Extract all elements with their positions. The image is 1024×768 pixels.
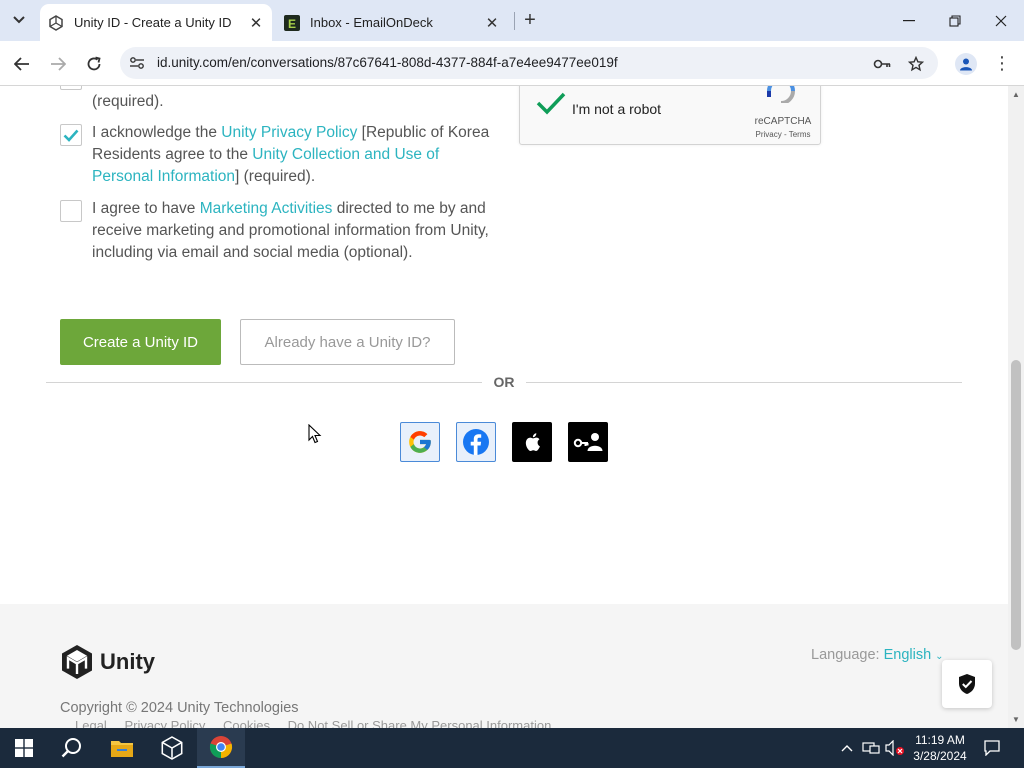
network-icon[interactable]: [860, 728, 882, 768]
privacy-text-part: ] (required).: [235, 168, 316, 185]
terms-required-text: (required).: [92, 93, 164, 110]
footer-link-privacy-policy[interactable]: Privacy Policy: [124, 718, 205, 728]
back-arrow-icon[interactable]: [9, 51, 35, 77]
tab-emailondeck[interactable]: E Inbox - EmailOnDeck ✕: [276, 4, 508, 41]
clock-date: 3/28/2024: [913, 749, 967, 763]
url-text: id.unity.com/en/conversations/87c67641-8…: [157, 55, 618, 70]
new-tab-icon[interactable]: +: [518, 9, 542, 33]
address-bar[interactable]: id.unity.com/en/conversations/87c67641-8…: [120, 47, 938, 79]
apple-icon: [525, 433, 540, 452]
privacy-consent-text: I acknowledge the Unity Privacy Policy […: [92, 122, 492, 188]
footer-link-legal[interactable]: Legal: [75, 718, 107, 728]
google-login-button[interactable]: [400, 422, 440, 462]
recaptcha-label: I'm not a robot: [572, 101, 662, 117]
restore-icon[interactable]: [932, 0, 978, 41]
tab-close-icon[interactable]: ✕: [246, 14, 266, 32]
copyright-text: Copyright © 2024 Unity Technologies: [60, 700, 299, 716]
notification-center-icon[interactable]: [978, 728, 1006, 768]
tab-title: Inbox - EmailOnDeck: [310, 15, 433, 30]
marketing-activities-link[interactable]: Marketing Activities: [200, 200, 333, 217]
svg-text:E: E: [288, 17, 296, 31]
tab-search-chevron-icon[interactable]: [6, 8, 32, 32]
windows-start-icon[interactable]: [0, 728, 48, 768]
browser-tab-bar: Unity ID - Create a Unity ID ✕ E Inbox -…: [0, 0, 1024, 41]
facebook-icon: [463, 429, 489, 455]
checkmark-icon: [63, 129, 79, 142]
apple-login-button[interactable]: [512, 422, 552, 462]
clock-time: 11:19 AM: [915, 733, 965, 747]
footer-links: Legal Privacy Policy Cookies Do Not Sell…: [75, 718, 565, 728]
language-selector[interactable]: Language: English ⌄: [811, 647, 944, 663]
recaptcha-logo-icon: [765, 86, 797, 105]
terms-checkbox[interactable]: [60, 86, 82, 90]
bookmark-star-icon[interactable]: [906, 54, 926, 74]
reload-icon[interactable]: [81, 51, 107, 77]
search-icon[interactable]: [48, 728, 96, 768]
sso-login-button[interactable]: [568, 422, 608, 462]
facebook-login-button[interactable]: [456, 422, 496, 462]
recaptcha-checkbox[interactable]: [536, 91, 566, 120]
scroll-up-arrow-icon[interactable]: ▲: [1012, 90, 1020, 99]
marketing-consent-text: I agree to have Marketing Activities dir…: [92, 198, 492, 264]
unity-favicon-icon: [48, 14, 64, 31]
unity-logo[interactable]: Unity: [60, 644, 155, 680]
already-have-account-button[interactable]: Already have a Unity ID?: [240, 319, 455, 365]
volume-muted-icon[interactable]: [884, 728, 906, 768]
tab-separator: [514, 12, 515, 30]
language-value[interactable]: English: [884, 647, 932, 663]
recaptcha-brand: reCAPTCHA: [754, 116, 812, 127]
tab-title: Unity ID - Create a Unity ID: [74, 15, 232, 30]
minimize-icon[interactable]: [886, 0, 932, 41]
footer-link-cookies[interactable]: Cookies: [223, 718, 270, 728]
or-label: OR: [493, 374, 515, 390]
tray-overflow-chevron-icon[interactable]: [838, 728, 856, 768]
taskbar-clock[interactable]: 11:19 AM 3/28/2024: [905, 732, 975, 764]
site-info-icon[interactable]: [128, 54, 146, 72]
tab-close-icon[interactable]: ✕: [482, 14, 502, 32]
google-icon: [409, 431, 431, 453]
create-unity-id-button[interactable]: Create a Unity ID: [60, 319, 221, 365]
profile-avatar-icon[interactable]: [955, 53, 977, 75]
privacy-checkbox[interactable]: [60, 124, 82, 146]
page-footer: Unity Language: English ⌄ Copyright © 20…: [0, 604, 1008, 728]
privacy-text-part: I acknowledge the: [92, 124, 222, 141]
close-window-icon[interactable]: [978, 0, 1024, 41]
unity-wordmark: Unity: [100, 649, 155, 674]
language-label: Language:: [811, 647, 884, 663]
file-explorer-icon[interactable]: [98, 728, 146, 768]
recaptcha-privacy-terms-link[interactable]: Privacy - Terms: [748, 130, 818, 139]
privacy-shield-button[interactable]: [942, 660, 992, 708]
browser-toolbar: id.unity.com/en/conversations/87c67641-8…: [0, 41, 1024, 86]
forward-arrow-icon[interactable]: [45, 51, 71, 77]
or-divider-left: [46, 382, 482, 383]
recaptcha-widget: I'm not a robot reCAPTCHA Privacy - Term…: [519, 86, 821, 145]
chrome-icon[interactable]: [197, 728, 245, 768]
page-scrollbar[interactable]: ▲ ▼: [1008, 86, 1024, 728]
recaptcha-checkmark-icon: [536, 92, 566, 115]
windows-taskbar: 11:19 AM 3/28/2024: [0, 728, 1024, 768]
shield-check-icon: [959, 674, 975, 694]
tab-unity-id[interactable]: Unity ID - Create a Unity ID ✕: [40, 4, 272, 41]
unity-privacy-policy-link[interactable]: Unity Privacy Policy: [221, 124, 357, 141]
emailondeck-favicon-icon: E: [284, 14, 300, 31]
mouse-cursor-icon: [308, 423, 322, 449]
password-key-icon[interactable]: [872, 54, 892, 74]
footer-link-do-not-sell[interactable]: Do Not Sell or Share My Personal Informa…: [288, 718, 552, 728]
browser-menu-icon[interactable]: ⋮: [992, 53, 1012, 75]
unity-cube-icon: [62, 645, 92, 679]
scroll-thumb[interactable]: [1011, 360, 1021, 650]
or-divider-right: [526, 382, 962, 383]
marketing-text-part: I agree to have: [92, 200, 200, 217]
page-viewport: (required). I acknowledge the Unity Priv…: [0, 86, 1008, 728]
unity-hub-icon[interactable]: [148, 728, 196, 768]
key-person-icon: [573, 433, 603, 451]
scroll-down-arrow-icon[interactable]: ▼: [1012, 715, 1020, 724]
marketing-checkbox[interactable]: [60, 200, 82, 222]
